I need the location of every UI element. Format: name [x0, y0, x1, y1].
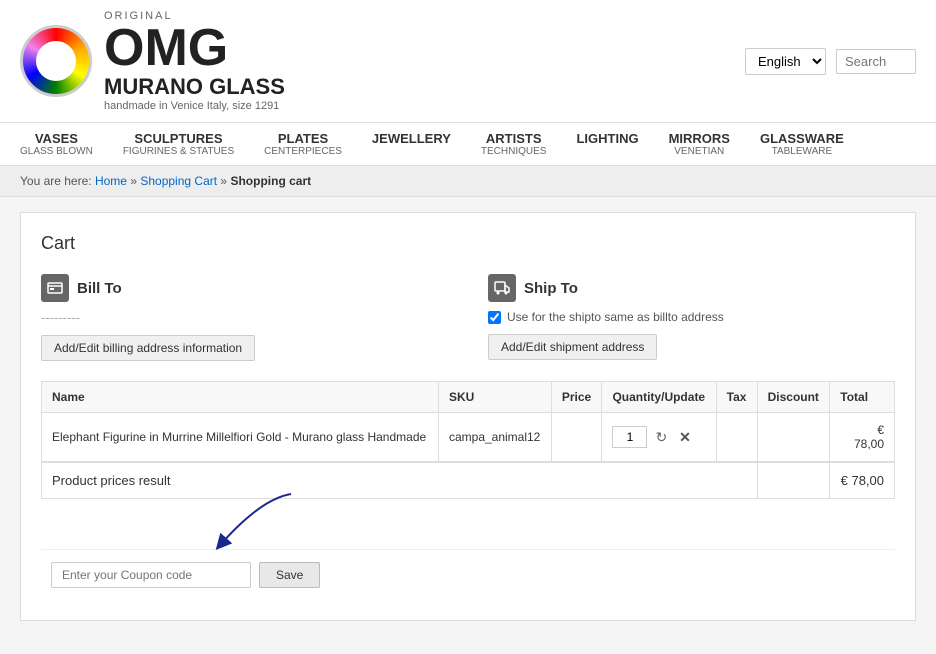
ship-to-header: Ship To: [488, 274, 895, 302]
header-right: English Italian: [745, 48, 916, 75]
cart-table: Name SKU Price Quantity/Update Tax Disco…: [41, 381, 895, 499]
cart-table-header-row: Name SKU Price Quantity/Update Tax Disco…: [42, 382, 895, 413]
cart-table-head: Name SKU Price Quantity/Update Tax Disco…: [42, 382, 895, 413]
nav-sub-plates: CENTERPIECES: [264, 146, 342, 157]
nav-main-glassware: GLASSWARE: [760, 131, 844, 146]
col-name: Name: [42, 382, 439, 413]
qty-delete-button[interactable]: ✕: [675, 427, 695, 448]
nav-main-lighting: LIGHTING: [576, 131, 638, 146]
qty-input[interactable]: [612, 426, 647, 448]
col-discount: Discount: [757, 382, 830, 413]
breadcrumb-home[interactable]: Home: [95, 174, 127, 188]
bill-to-box: Bill To --------- Add/Edit billing addre…: [41, 274, 448, 361]
product-discount: [757, 413, 830, 463]
product-sku: campa_animal12: [438, 413, 551, 463]
nav-sub-mirrors: VENETIAN: [669, 146, 730, 157]
shipto-same-checkbox[interactable]: [488, 311, 501, 324]
cart-title: Cart: [41, 233, 895, 254]
nav-item-glassware[interactable]: GLASSWARE TABLEWARE: [760, 123, 844, 165]
col-tax: Tax: [716, 382, 757, 413]
product-total: € 78,00: [830, 413, 895, 463]
qty-controls: ↻ ✕: [612, 426, 705, 448]
prices-result-label: Product prices result: [42, 462, 758, 499]
nav-main-vases: VASES: [20, 131, 93, 146]
ship-to-icon: [488, 274, 516, 302]
nav-sub-glassware: TABLEWARE: [760, 146, 844, 157]
logo-circle-icon: [20, 25, 92, 97]
bill-to-header: Bill To: [41, 274, 448, 302]
add-edit-billing-button[interactable]: Add/Edit billing address information: [41, 335, 255, 361]
logo-murano: MURANO GLASS: [104, 74, 285, 100]
nav-sub-vases: GLASS BLOWN: [20, 146, 93, 157]
logo-text: ORIGINAL OMG MURANO GLASS handmade in Ve…: [104, 10, 285, 112]
total-euro-symbol: €: [877, 423, 884, 437]
total-amount: 78,00: [854, 437, 884, 451]
bill-to-icon: [41, 274, 69, 302]
col-qty: Quantity/Update: [602, 382, 716, 413]
product-price: [551, 413, 602, 463]
add-edit-shipment-button[interactable]: Add/Edit shipment address: [488, 334, 657, 360]
logo-area: ORIGINAL OMG MURANO GLASS handmade in Ve…: [20, 10, 285, 112]
breadcrumb-sep2: »: [220, 174, 227, 188]
logo-circle-inner: [36, 41, 76, 81]
nav-main-artists: ARTISTS: [481, 131, 547, 146]
logo-omg: OMG: [104, 22, 285, 74]
nav-main-mirrors: MIRRORS: [669, 131, 730, 146]
breadcrumb-shopping-cart[interactable]: Shopping Cart: [140, 174, 217, 188]
ship-to-box: Ship To Use for the shipto same as billt…: [488, 274, 895, 361]
product-name: Elephant Figurine in Murrine Millelfiori…: [42, 413, 439, 463]
nav-main-sculptures: SCULPTURES: [123, 131, 234, 146]
bill-to-label: Bill To: [77, 280, 122, 297]
coupon-row: Save: [41, 549, 895, 600]
breadcrumb-sep1: »: [130, 174, 137, 188]
breadcrumb: You are here: Home » Shopping Cart » Sho…: [0, 166, 936, 197]
nav-item-plates[interactable]: PLATES CENTERPIECES: [264, 123, 342, 165]
nav-main-jewellery: JEWELLERY: [372, 131, 451, 146]
logo-handmade: handmade in Venice Italy, size 1291: [104, 100, 285, 112]
coupon-input[interactable]: [51, 562, 251, 588]
coupon-save-button[interactable]: Save: [259, 562, 320, 588]
col-total: Total: [830, 382, 895, 413]
cart-container: Cart Bill To --------- Add/Edit billin: [20, 212, 916, 621]
breadcrumb-prefix: You are here:: [20, 174, 92, 188]
product-tax: [716, 413, 757, 463]
nav-item-jewellery[interactable]: JEWELLERY: [372, 123, 451, 165]
bill-to-dashes: ---------: [41, 310, 448, 325]
nav-item-artists[interactable]: ARTISTS TECHNIQUES: [481, 123, 547, 165]
nav-item-mirrors[interactable]: MIRRORS VENETIAN: [669, 123, 730, 165]
cart-table-body: Elephant Figurine in Murrine Millelfiori…: [42, 413, 895, 499]
shipto-same-label: Use for the shipto same as billto addres…: [507, 310, 724, 324]
nav-main-plates: PLATES: [264, 131, 342, 146]
language-select[interactable]: English Italian: [745, 48, 826, 75]
arrow-annotation-icon: [141, 489, 321, 554]
header: ORIGINAL OMG MURANO GLASS handmade in Ve…: [0, 0, 936, 123]
table-row: Elephant Figurine in Murrine Millelfiori…: [42, 413, 895, 463]
nav-item-lighting[interactable]: LIGHTING: [576, 123, 638, 165]
col-sku: SKU: [438, 382, 551, 413]
address-section: Bill To --------- Add/Edit billing addre…: [41, 274, 895, 361]
arrow-annotation-area: [41, 499, 895, 549]
qty-refresh-button[interactable]: ↻: [651, 427, 671, 448]
col-price: Price: [551, 382, 602, 413]
navigation: VASES GLASS BLOWN SCULPTURES FIGURINES &…: [0, 123, 936, 166]
nav-item-vases[interactable]: VASES GLASS BLOWN: [20, 123, 93, 165]
nav-sub-artists: TECHNIQUES: [481, 146, 547, 157]
search-input[interactable]: [836, 49, 916, 74]
main-content: Cart Bill To --------- Add/Edit billin: [0, 197, 936, 636]
product-qty: ↻ ✕: [602, 413, 716, 463]
nav-item-sculptures[interactable]: SCULPTURES FIGURINES & STATUES: [123, 123, 234, 165]
prices-result-total: € 78,00: [830, 462, 895, 499]
shipto-same-row: Use for the shipto same as billto addres…: [488, 310, 895, 324]
breadcrumb-current: Shopping cart: [230, 174, 311, 188]
ship-to-label: Ship To: [524, 280, 578, 297]
prices-result-row: Product prices result € 78,00: [42, 462, 895, 499]
nav-sub-sculptures: FIGURINES & STATUES: [123, 146, 234, 157]
